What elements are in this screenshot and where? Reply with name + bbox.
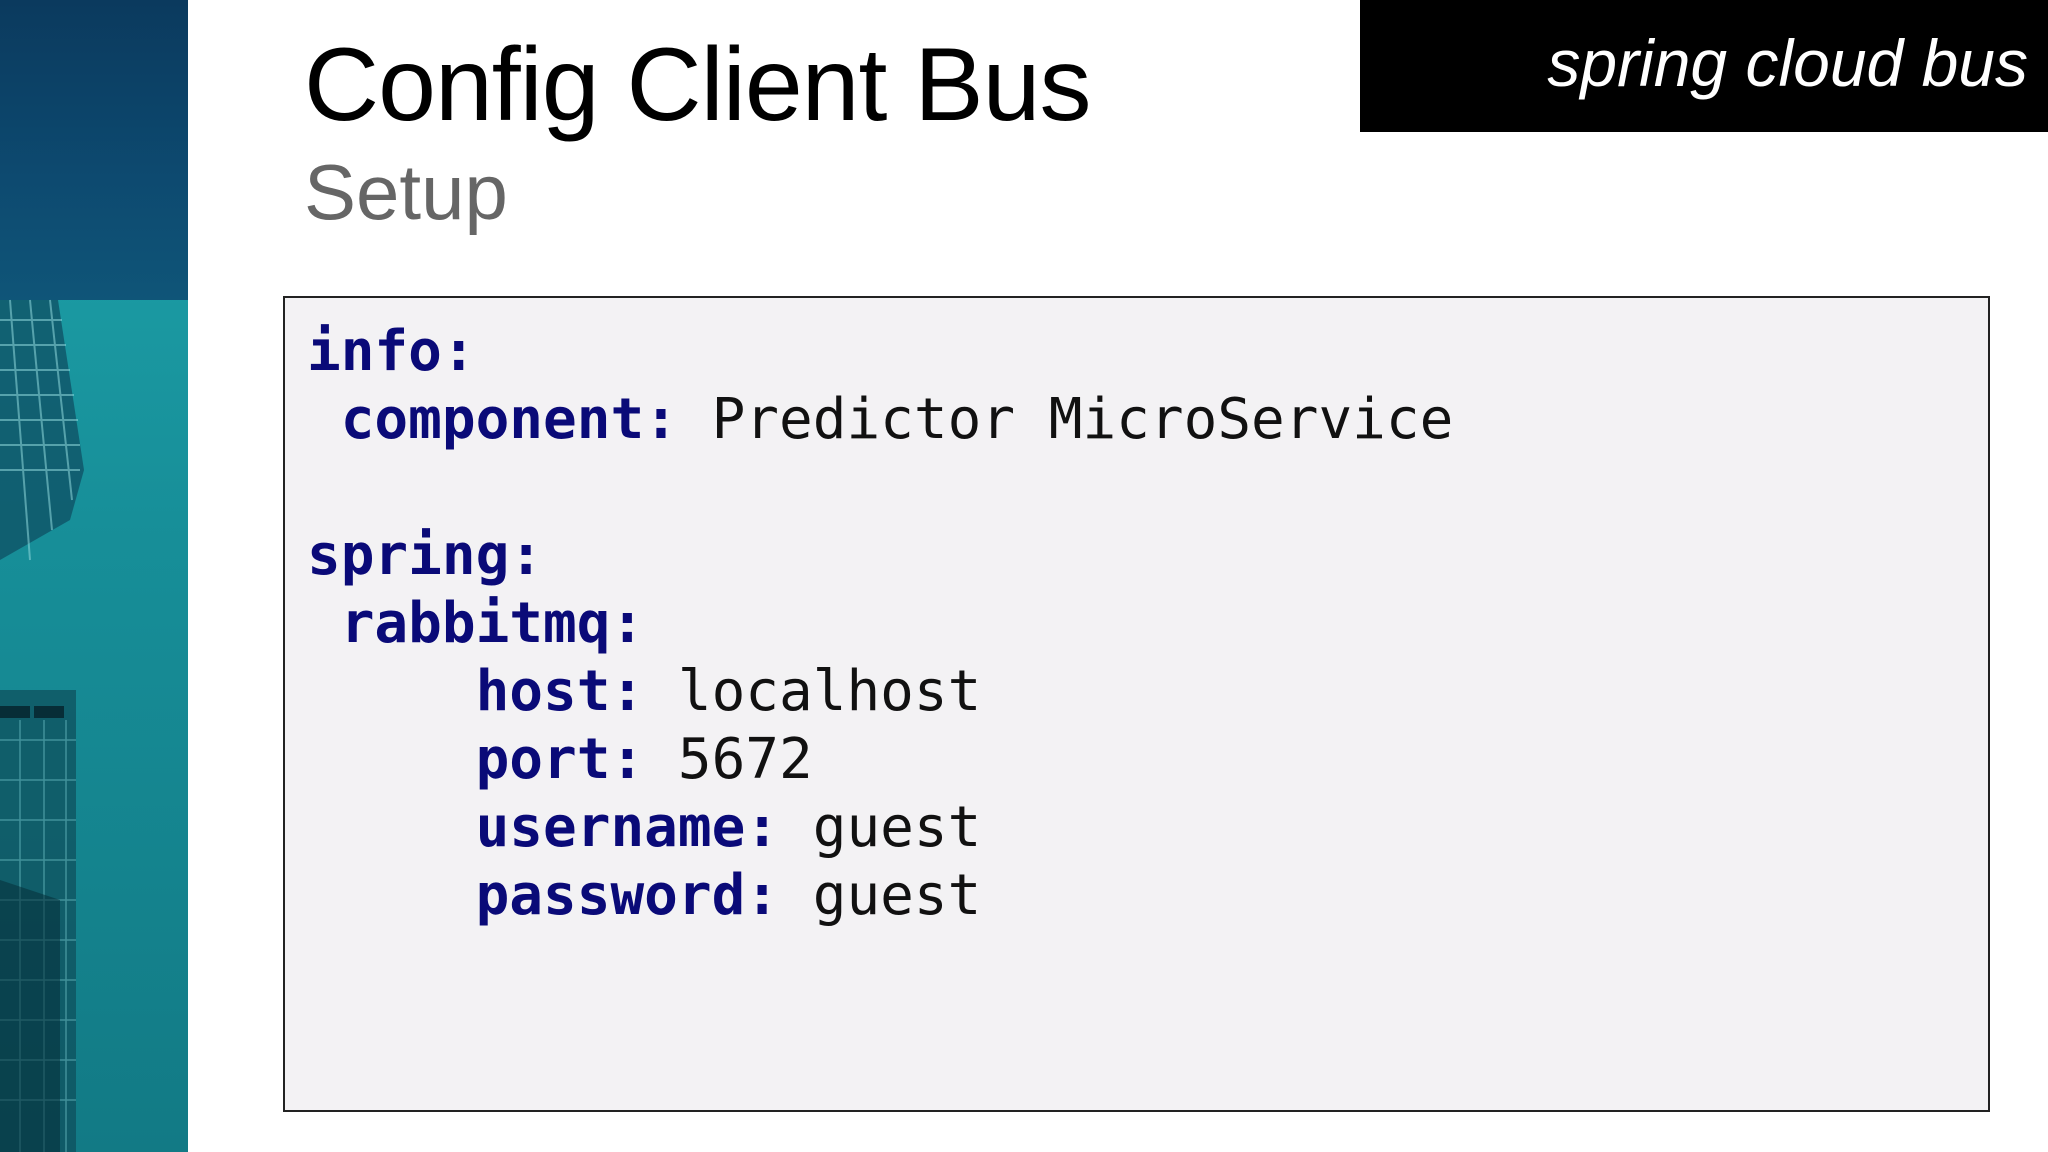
yaml-value-host: localhost <box>677 659 982 724</box>
slide: Config Client Bus Setup spring cloud bus… <box>0 0 2048 1152</box>
code-line-port: port: 5672 <box>307 726 1988 794</box>
yaml-key-component: component: <box>340 387 678 452</box>
yaml-key-host: host: <box>475 659 645 724</box>
yaml-key-spring: spring: <box>307 523 544 588</box>
yaml-value-username: guest <box>812 795 982 860</box>
yaml-key-info: info: <box>307 319 476 384</box>
yaml-key-username: username: <box>475 795 780 860</box>
code-line-rabbitmq: rabbitmq: <box>307 590 1988 658</box>
side-building-image <box>0 0 188 1152</box>
slide-title: Config Client Bus <box>304 27 1092 143</box>
code-line-host: host: localhost <box>307 658 1988 726</box>
yaml-code-block: info: component: Predictor MicroService … <box>283 296 1990 1112</box>
code-line-spring: spring: <box>307 522 1988 590</box>
yaml-value-component: Predictor MicroService <box>711 387 1454 452</box>
code-line-component: component: Predictor MicroService <box>307 386 1988 454</box>
yaml-value-port: 5672 <box>677 727 813 792</box>
yaml-key-password: password: <box>475 863 780 928</box>
yaml-key-port: port: <box>475 727 645 792</box>
building-silhouette-graphic <box>0 299 84 1152</box>
code-line-username: username: guest <box>307 794 1988 862</box>
code-line-password: password: guest <box>307 862 1988 930</box>
topic-banner: spring cloud bus <box>1360 0 2048 132</box>
topic-banner-text: spring cloud bus <box>1547 26 2028 100</box>
yaml-key-rabbitmq: rabbitmq: <box>340 591 645 656</box>
slide-subtitle: Setup <box>304 148 508 236</box>
code-line-info: info: <box>307 318 1988 386</box>
yaml-value-password: guest <box>812 863 982 928</box>
